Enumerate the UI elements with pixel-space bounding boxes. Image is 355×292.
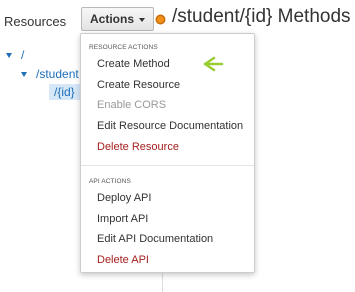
green-arrow-icon bbox=[203, 56, 224, 72]
